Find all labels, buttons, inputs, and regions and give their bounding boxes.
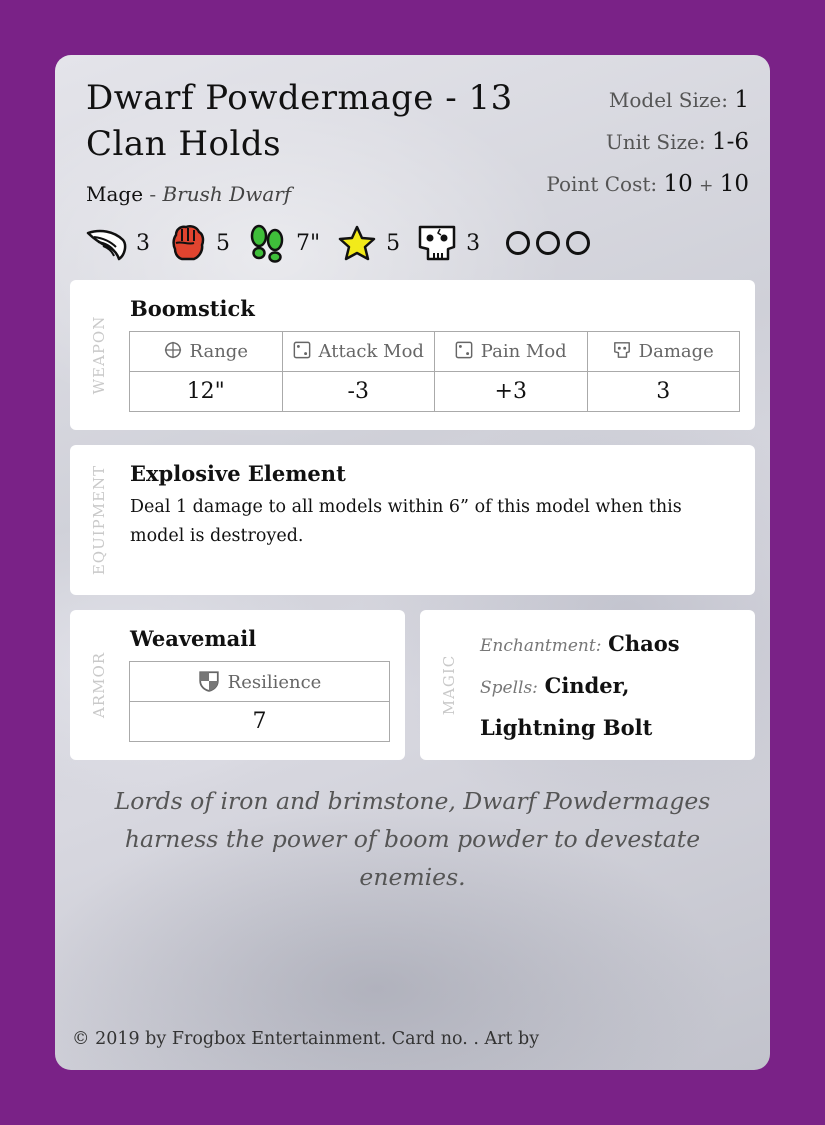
flavor-text: Lords of iron and brimstone, Dwarf Powde… [75,782,750,896]
weapon-section-label: WEAPON [90,315,108,395]
weapon-panel: WEAPON Boomstick Range Attack Mod Pain M… [70,280,755,430]
armor-stat-table: Resilience 7 [129,661,390,742]
enchantment-value: Chaos [608,631,680,656]
equipment-panel: EQUIPMENT Explosive Element Deal 1 damag… [70,445,755,595]
unit-size-row: Unit Size: 1-6 [546,127,749,169]
star-icon [338,225,376,261]
stat-skull: 3 [416,223,480,263]
wound-pip[interactable] [506,231,531,255]
damage-header: Damage [586,331,740,372]
copyright-footer: © 2019 by Frogbox Entertainment. Card no… [72,1029,540,1049]
stat-skull-value: 3 [466,230,481,256]
resilience-header-label: Resilience [227,672,322,693]
damage-value: 3 [586,371,740,412]
magic-panel: MAGIC Enchantment: Chaos Spells: Cinder,… [420,610,755,760]
stat-fist-value: 5 [216,230,230,256]
range-header: Range [129,331,283,372]
unit-card: Dwarf Powdermage - 13 Clan Holds Model S… [55,55,770,1070]
spells-label: Spells: [480,678,538,698]
flavor-line1: Lords of iron and brimstone, Dwarf Powde… [114,787,711,815]
die-icon [293,341,310,359]
stat-fist: 5 [166,223,230,263]
fist-icon [172,224,205,261]
unit-title-line1: Dwarf Powdermage - 13 [86,78,513,118]
armor-name: Weavemail [130,626,257,651]
attack-mod-header: Attack Mod [281,331,435,372]
pain-mod-value: +3 [434,371,588,412]
flavor-line2: harness the power of boom powder to deve… [124,825,701,891]
die-icon [455,341,473,359]
subtitle-separator: - [149,182,157,206]
resilience-header: Resilience [129,661,390,702]
stat-move-value: 7" [296,230,321,256]
point-cost-plus: + [699,176,714,196]
equipment-name: Explosive Element [130,461,346,486]
stat-wing-value: 3 [136,230,150,256]
model-size-row: Model Size: 1 [546,85,749,127]
stat-footprints: 7" [246,223,320,263]
stat-star-value: 5 [386,230,401,256]
weapon-name: Boomstick [130,296,255,321]
range-header-label: Range [189,341,248,362]
unit-size-value: 1-6 [711,129,749,155]
resilience-value: 7 [129,701,390,742]
point-cost-extra: 10 [719,171,749,197]
wing-icon [86,229,127,261]
crosshair-icon [164,341,181,359]
attack-mod-header-label: Attack Mod [318,341,424,362]
unit-subtitle: Mage - Brush Dwarf [86,182,291,206]
enchantment-label: Enchantment: [480,636,602,656]
equipment-description: Deal 1 damage to all models within 6” of… [130,497,682,546]
stat-icon-bar: 3 5 7" 5 3 [86,223,596,263]
unit-class: Mage [86,182,144,206]
point-cost-label: Point Cost: [546,172,658,196]
wound-pips [506,231,596,255]
spells-row: Spells: Cinder, Lightning Bolt [480,666,739,748]
damage-header-label: Damage [638,341,714,362]
skull-icon [418,225,456,261]
weapon-stat-table: Range Attack Mod Pain Mod Damage 12" -3 … [129,331,740,412]
unit-size-stats: Model Size: 1 Unit Size: 1-6 Point Cost:… [546,85,749,211]
pain-mod-header: Pain Mod [434,331,588,372]
model-size-label: Model Size: [608,88,728,112]
wound-pip[interactable] [566,231,591,255]
enchantment-row: Enchantment: Chaos [480,624,739,666]
stat-wing: 3 [86,223,150,263]
pain-mod-header-label: Pain Mod [480,341,567,362]
point-cost-base: 10 [663,171,693,197]
magic-details: Enchantment: Chaos Spells: Cinder, Light… [480,624,739,748]
unit-size-label: Unit Size: [605,130,706,154]
armor-section-label: ARMOR [90,651,108,719]
skull-small-icon [613,342,630,358]
stat-star: 5 [336,223,400,263]
equipment-section-label: EQUIPMENT [90,464,108,576]
unit-title-line2: Clan Holds [86,124,282,164]
footprints-icon [250,224,284,263]
attack-mod-value: -3 [281,371,435,412]
weapon-value-row: 12" -3 +3 3 [129,371,740,412]
model-size-value: 1 [734,87,749,113]
magic-section-label: MAGIC [440,654,458,716]
shield-icon [198,671,219,692]
wound-pip[interactable] [536,231,561,255]
point-cost-row: Point Cost: 10 + 10 [546,169,749,211]
unit-title: Dwarf Powdermage - 13 Clan Holds [86,75,516,167]
range-value: 12" [129,371,283,412]
unit-race: Brush Dwarf [162,182,292,206]
weapon-header-row: Range Attack Mod Pain Mod Damage [129,331,740,372]
armor-panel: ARMOR Weavemail Resilience 7 [70,610,405,760]
